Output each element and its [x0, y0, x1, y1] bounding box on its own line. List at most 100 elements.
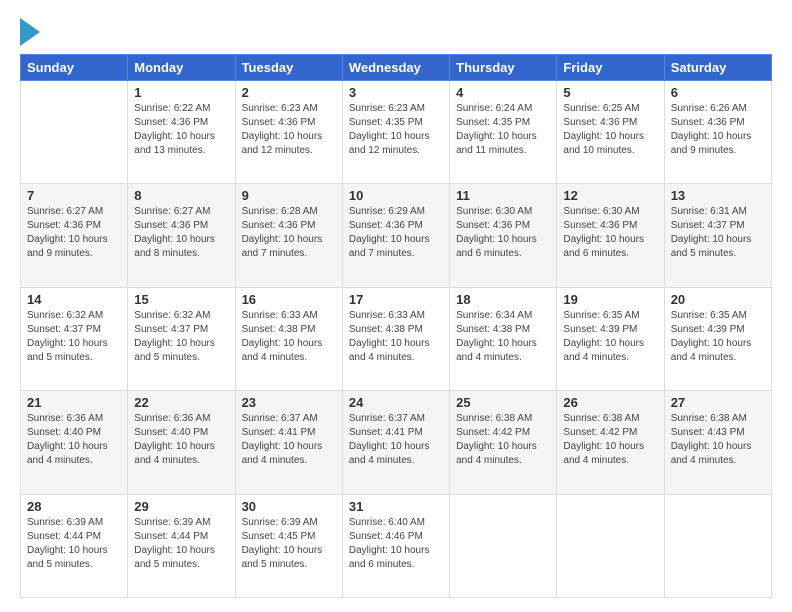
calendar-cell: 28 Sunrise: 6:39 AMSunset: 4:44 PMDayligh… — [21, 494, 128, 597]
calendar-cell: 26Sunrise: 6:38 AMSunset: 4:42 PMDayligh… — [557, 391, 664, 494]
calendar-cell: 16 Sunrise: 6:33 AMSunset: 4:38 PMDayligh… — [235, 287, 342, 390]
day-info: Sunrise: 6:38 AMSunset: 4:42 PMDaylight:… — [563, 412, 657, 468]
day-number: 21 — [27, 395, 121, 410]
calendar-header: Sunday Monday Tuesday Wednesday Thursday… — [21, 55, 772, 81]
calendar-cell: 3Sunrise: 6:23 AMSunset: 4:35 PMDaylight… — [342, 81, 449, 184]
day-number: 22 — [134, 395, 228, 410]
day-number: 5 — [563, 85, 657, 100]
day-number: 28 — [27, 499, 121, 514]
day-number: 8 — [134, 188, 228, 203]
day-number: 17 — [349, 292, 443, 307]
calendar-cell: 11 Sunrise: 6:30 AMSunset: 4:36 PMDayligh… — [450, 184, 557, 287]
day-number: 10 — [349, 188, 443, 203]
calendar-cell: 7 Sunrise: 6:27 AMSunset: 4:36 PMDaylight… — [21, 184, 128, 287]
day-number: 15 — [134, 292, 228, 307]
day-info: Sunrise: 6:39 AMSunset: 4:44 PMDaylight:… — [27, 516, 121, 572]
day-info: Sunrise: 6:36 AMSunset: 4:40 PMDaylight:… — [134, 412, 228, 468]
calendar-cell: 18 Sunrise: 6:34 AMSunset: 4:38 PMDayligh… — [450, 287, 557, 390]
col-sunday: Sunday — [21, 55, 128, 81]
calendar-cell: 8 Sunrise: 6:27 AMSunset: 4:36 PMDaylight… — [128, 184, 235, 287]
header — [20, 18, 772, 46]
day-number: 25 — [456, 395, 550, 410]
calendar-week-1: 1 Sunrise: 6:22 AMSunset: 4:36 PMDaylight… — [21, 81, 772, 184]
day-info: Sunrise: 6:38 AMSunset: 4:43 PMDaylight:… — [671, 412, 765, 468]
day-info: Sunrise: 6:30 AMSunset: 4:36 PMDaylight:… — [456, 205, 550, 261]
page: Sunday Monday Tuesday Wednesday Thursday… — [0, 0, 792, 612]
day-number: 14 — [27, 292, 121, 307]
calendar-cell: 6Sunrise: 6:26 AMSunset: 4:36 PMDaylight… — [664, 81, 771, 184]
calendar-cell: 12 Sunrise: 6:30 AMSunset: 4:36 PMDayligh… — [557, 184, 664, 287]
day-number: 13 — [671, 188, 765, 203]
day-info: Sunrise: 6:23 AMSunset: 4:36 PMDaylight:… — [242, 102, 336, 158]
day-info: Sunrise: 6:35 AMSunset: 4:39 PMDaylight:… — [671, 309, 765, 365]
day-number: 18 — [456, 292, 550, 307]
day-info: Sunrise: 6:26 AMSunset: 4:36 PMDaylight:… — [671, 102, 765, 158]
day-number: 9 — [242, 188, 336, 203]
col-thursday: Thursday — [450, 55, 557, 81]
day-info: Sunrise: 6:37 AMSunset: 4:41 PMDaylight:… — [349, 412, 443, 468]
calendar-cell — [21, 81, 128, 184]
calendar-cell: 27 Sunrise: 6:38 AMSunset: 4:43 PMDayligh… — [664, 391, 771, 494]
calendar-cell: 13 Sunrise: 6:31 AMSunset: 4:37 PMDayligh… — [664, 184, 771, 287]
calendar-cell: 4Sunrise: 6:24 AMSunset: 4:35 PMDaylight… — [450, 81, 557, 184]
day-number: 7 — [27, 188, 121, 203]
calendar-cell: 25 Sunrise: 6:38 AMSunset: 4:42 PMDayligh… — [450, 391, 557, 494]
col-tuesday: Tuesday — [235, 55, 342, 81]
calendar-cell: 20Sunrise: 6:35 AMSunset: 4:39 PMDayligh… — [664, 287, 771, 390]
day-number: 24 — [349, 395, 443, 410]
calendar-cell — [557, 494, 664, 597]
day-info: Sunrise: 6:34 AMSunset: 4:38 PMDaylight:… — [456, 309, 550, 365]
logo-icon — [20, 18, 40, 46]
day-number: 16 — [242, 292, 336, 307]
day-number: 31 — [349, 499, 443, 514]
calendar-cell: 30Sunrise: 6:39 AMSunset: 4:45 PMDayligh… — [235, 494, 342, 597]
calendar-cell: 29Sunrise: 6:39 AMSunset: 4:44 PMDayligh… — [128, 494, 235, 597]
calendar-cell: 21 Sunrise: 6:36 AMSunset: 4:40 PMDayligh… — [21, 391, 128, 494]
day-info: Sunrise: 6:23 AMSunset: 4:35 PMDaylight:… — [349, 102, 443, 158]
calendar-cell: 14 Sunrise: 6:32 AMSunset: 4:37 PMDayligh… — [21, 287, 128, 390]
day-number: 27 — [671, 395, 765, 410]
logo — [20, 18, 42, 46]
calendar-cell: 5Sunrise: 6:25 AMSunset: 4:36 PMDaylight… — [557, 81, 664, 184]
col-saturday: Saturday — [664, 55, 771, 81]
day-info: Sunrise: 6:22 AMSunset: 4:36 PMDaylight:… — [134, 102, 228, 158]
day-number: 23 — [242, 395, 336, 410]
day-info: Sunrise: 6:32 AMSunset: 4:37 PMDaylight:… — [134, 309, 228, 365]
day-info: Sunrise: 6:40 AMSunset: 4:46 PMDaylight:… — [349, 516, 443, 572]
day-info: Sunrise: 6:32 AMSunset: 4:37 PMDaylight:… — [27, 309, 121, 365]
calendar-cell: 23 Sunrise: 6:37 AMSunset: 4:41 PMDayligh… — [235, 391, 342, 494]
col-friday: Friday — [557, 55, 664, 81]
calendar-week-4: 21 Sunrise: 6:36 AMSunset: 4:40 PMDayligh… — [21, 391, 772, 494]
calendar-week-2: 7 Sunrise: 6:27 AMSunset: 4:36 PMDaylight… — [21, 184, 772, 287]
col-monday: Monday — [128, 55, 235, 81]
day-info: Sunrise: 6:36 AMSunset: 4:40 PMDaylight:… — [27, 412, 121, 468]
day-number: 11 — [456, 188, 550, 203]
day-info: Sunrise: 6:39 AMSunset: 4:44 PMDaylight:… — [134, 516, 228, 572]
day-number: 12 — [563, 188, 657, 203]
calendar-cell: 10 Sunrise: 6:29 AMSunset: 4:36 PMDayligh… — [342, 184, 449, 287]
day-info: Sunrise: 6:33 AMSunset: 4:38 PMDaylight:… — [349, 309, 443, 365]
calendar-cell: 22 Sunrise: 6:36 AMSunset: 4:40 PMDayligh… — [128, 391, 235, 494]
day-number: 19 — [563, 292, 657, 307]
day-info: Sunrise: 6:27 AMSunset: 4:36 PMDaylight:… — [134, 205, 228, 261]
header-row: Sunday Monday Tuesday Wednesday Thursday… — [21, 55, 772, 81]
calendar-cell — [450, 494, 557, 597]
day-number: 1 — [134, 85, 228, 100]
day-info: Sunrise: 6:29 AMSunset: 4:36 PMDaylight:… — [349, 205, 443, 261]
calendar-cell: 31 Sunrise: 6:40 AMSunset: 4:46 PMDayligh… — [342, 494, 449, 597]
calendar-cell — [664, 494, 771, 597]
day-info: Sunrise: 6:24 AMSunset: 4:35 PMDaylight:… — [456, 102, 550, 158]
calendar-cell: 15 Sunrise: 6:32 AMSunset: 4:37 PMDayligh… — [128, 287, 235, 390]
calendar-cell: 19Sunrise: 6:35 AMSunset: 4:39 PMDayligh… — [557, 287, 664, 390]
day-info: Sunrise: 6:27 AMSunset: 4:36 PMDaylight:… — [27, 205, 121, 261]
day-info: Sunrise: 6:31 AMSunset: 4:37 PMDaylight:… — [671, 205, 765, 261]
calendar-week-5: 28 Sunrise: 6:39 AMSunset: 4:44 PMDayligh… — [21, 494, 772, 597]
day-info: Sunrise: 6:30 AMSunset: 4:36 PMDaylight:… — [563, 205, 657, 261]
calendar-body: 1 Sunrise: 6:22 AMSunset: 4:36 PMDaylight… — [21, 81, 772, 598]
day-number: 2 — [242, 85, 336, 100]
day-info: Sunrise: 6:33 AMSunset: 4:38 PMDaylight:… — [242, 309, 336, 365]
col-wednesday: Wednesday — [342, 55, 449, 81]
day-info: Sunrise: 6:37 AMSunset: 4:41 PMDaylight:… — [242, 412, 336, 468]
day-info: Sunrise: 6:38 AMSunset: 4:42 PMDaylight:… — [456, 412, 550, 468]
calendar-cell: 2 Sunrise: 6:23 AMSunset: 4:36 PMDaylight… — [235, 81, 342, 184]
